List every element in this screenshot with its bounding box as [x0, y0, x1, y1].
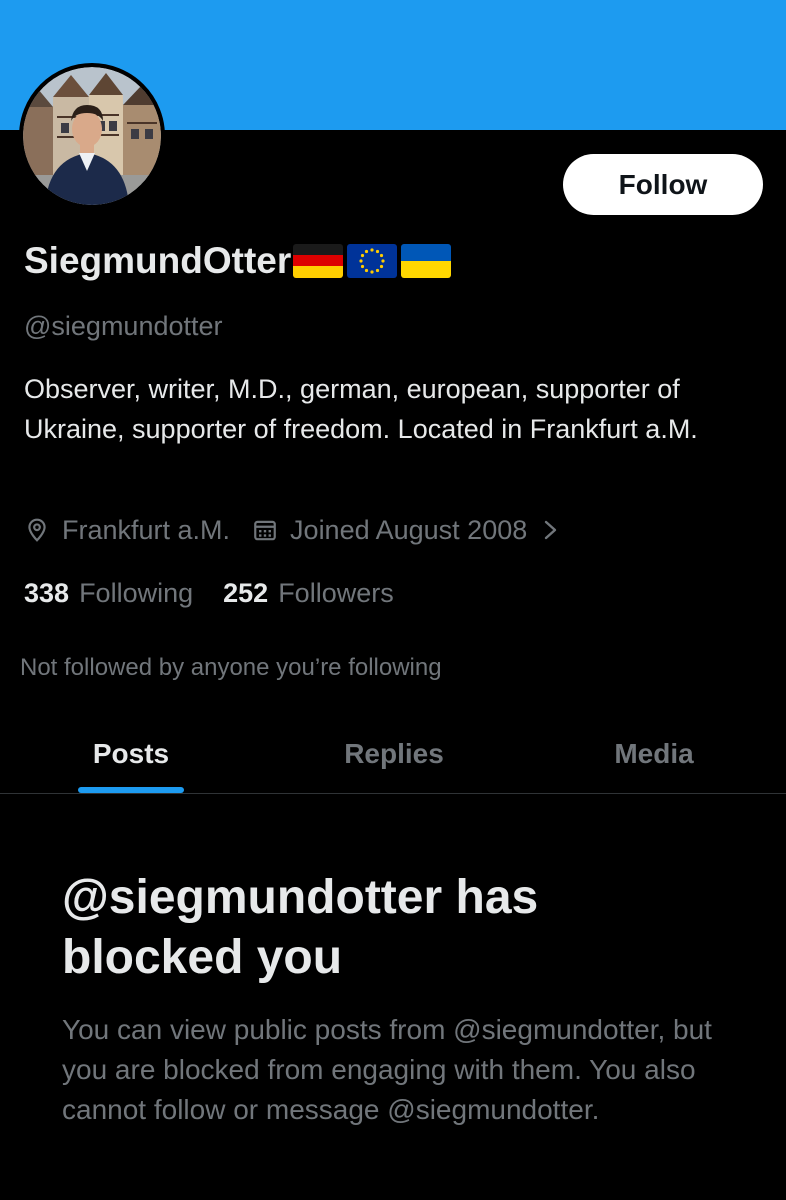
calendar-icon [254, 520, 276, 541]
joined-text: Joined August 2008 [290, 514, 528, 545]
profile-bio: Observer, writer, M.D., german, european… [24, 374, 698, 444]
location-item: Frankfurt a.M. [24, 515, 230, 546]
profile-handle: @siegmundotter [24, 311, 223, 341]
tab-posts[interactable]: Posts [72, 715, 190, 793]
location-text: Frankfurt a.M. [62, 514, 231, 545]
profile-meta: Frankfurt a.M. Joined August 2008 [24, 510, 561, 550]
not-followed-notice: Not followed by anyone you’re following [20, 654, 442, 681]
following-label: Following [79, 577, 194, 608]
following-count: 338 [24, 577, 70, 608]
chevron-right-icon[interactable] [541, 517, 561, 543]
followers-link[interactable]: 252 Followers [223, 578, 394, 609]
tab-media[interactable]: Media [590, 715, 718, 793]
ukraine-flag-icon [401, 244, 452, 278]
followers-label: Followers [278, 577, 394, 608]
active-tab-indicator [78, 787, 184, 793]
follow-button[interactable]: Follow [563, 154, 763, 215]
display-name-text: SiegmundOtter [24, 240, 292, 281]
flag-emojis [293, 244, 452, 278]
joined-item: Joined August 2008 [252, 515, 527, 546]
follow-stats: 338 Following 252 Followers [24, 573, 394, 613]
followers-count: 252 [223, 577, 269, 608]
blocked-description: You can view public posts from @siegmund… [62, 1014, 712, 1125]
avatar[interactable] [19, 63, 165, 209]
tab-replies[interactable]: Replies [325, 715, 463, 793]
display-name: SiegmundOtter [24, 240, 452, 282]
avatar-photo [23, 67, 161, 205]
profile-tabs: Posts Replies Media [0, 715, 786, 794]
eu-flag-icon [347, 244, 398, 278]
germany-flag-icon [293, 244, 344, 278]
following-link[interactable]: 338 Following [24, 578, 193, 609]
blocked-title: @siegmundotter has blocked you [62, 871, 539, 984]
location-pin-icon [28, 518, 46, 542]
